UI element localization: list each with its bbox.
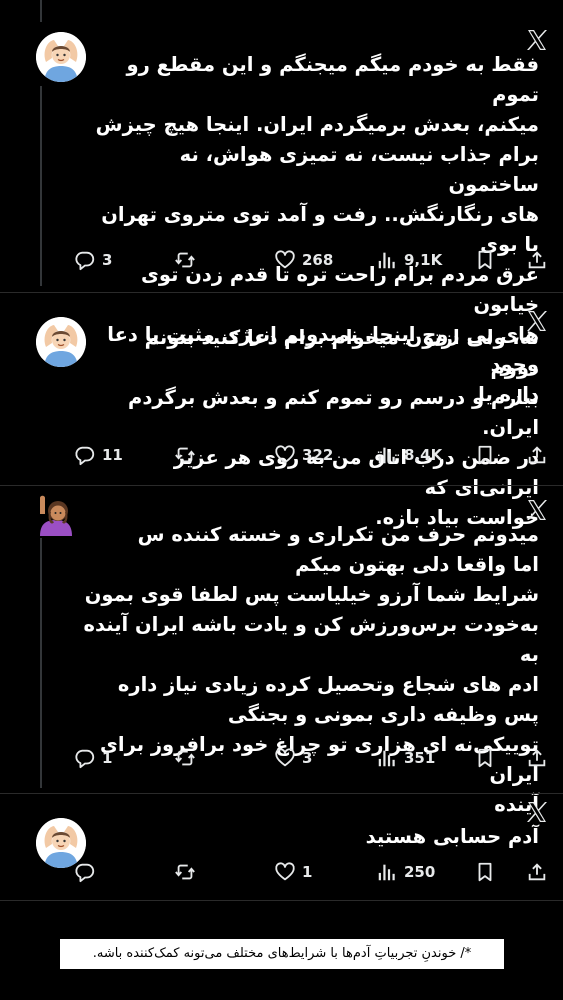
reply-button[interactable]: 11 <box>74 443 123 467</box>
share-icon <box>528 863 546 881</box>
retweet-icon <box>174 864 196 880</box>
retweet-button[interactable] <box>174 746 196 770</box>
reply-icon <box>75 446 95 466</box>
like-button[interactable]: 322 <box>274 443 333 467</box>
bookmark-icon <box>478 862 492 882</box>
tweet-actions: 1 250 <box>74 860 549 884</box>
like-button[interactable]: 3 <box>274 746 312 770</box>
reply-button[interactable]: 3 <box>74 248 112 272</box>
like-button[interactable]: 1 <box>274 860 312 884</box>
reply-count: 3 <box>102 251 113 269</box>
views-icon <box>378 252 395 269</box>
like-button[interactable]: 268 <box>274 248 333 272</box>
bookmark-button[interactable] <box>474 746 496 770</box>
bookmark-button[interactable] <box>474 443 496 467</box>
tweet-3[interactable]: میدونم حرف من تکراری و خسته کننده س اما … <box>0 486 563 816</box>
views-button[interactable]: 250 <box>376 860 435 884</box>
avatar-man-gesturing-ok-icon[interactable] <box>36 32 86 82</box>
share-button[interactable] <box>526 860 548 884</box>
reply-button[interactable] <box>74 860 102 884</box>
views-icon <box>378 864 395 881</box>
reply-icon <box>75 251 95 271</box>
view-count: 250 <box>404 863 436 881</box>
bookmark-button[interactable] <box>474 860 496 884</box>
x-logo-icon <box>527 802 547 822</box>
divider <box>0 900 563 901</box>
tweet-4[interactable]: آدم حسابی هستید 1 250 <box>0 794 563 899</box>
heart-icon <box>275 748 295 767</box>
thread-line <box>40 0 42 22</box>
bookmark-icon <box>478 748 492 768</box>
reply-button[interactable]: 1 <box>74 746 112 770</box>
reply-icon <box>75 863 95 883</box>
tweet-1[interactable]: فقط به خودم میگم میجنگم و این مقطع رو تم… <box>0 0 563 406</box>
share-button[interactable] <box>526 248 548 272</box>
view-count: 9,1K <box>404 251 443 269</box>
views-icon <box>378 447 395 464</box>
views-button[interactable]: 351 <box>376 746 435 770</box>
like-count: 3 <box>302 749 313 767</box>
tweet-2[interactable]: نه، ولی ازتون میخوام برام دعا کنید بتونم… <box>0 293 563 529</box>
view-count: 8,4K <box>404 446 443 464</box>
reply-count: 11 <box>102 446 123 464</box>
share-icon <box>528 446 546 464</box>
views-icon <box>378 750 395 767</box>
like-count: 268 <box>302 251 334 269</box>
retweet-button[interactable] <box>174 443 196 467</box>
tweet-actions: 3 268 9,1K <box>74 248 549 272</box>
x-logo-icon <box>527 500 547 520</box>
view-count: 351 <box>404 749 436 767</box>
retweet-button[interactable] <box>174 860 196 884</box>
tweet-actions: 11 322 8,4K <box>74 443 549 467</box>
retweet-button[interactable] <box>174 248 196 272</box>
tweet-actions: 1 3 351 <box>74 746 549 770</box>
share-icon <box>528 749 546 767</box>
retweet-icon <box>174 750 196 766</box>
tweet-text: میدونم حرف من تکراری و خسته کننده س اما … <box>83 523 540 816</box>
reply-count: 1 <box>102 749 113 767</box>
tweet-text: آدم حسابی هستید <box>365 825 539 848</box>
share-icon <box>528 251 546 269</box>
retweet-icon <box>174 447 196 463</box>
caption-note: */ خوندنِ تجربیاتِ آدم‌ها با شرایط‌های م… <box>60 939 504 969</box>
like-count: 1 <box>302 863 313 881</box>
heart-icon <box>275 445 295 464</box>
like-count: 322 <box>302 446 334 464</box>
views-button[interactable]: 9,1K <box>376 248 442 272</box>
views-button[interactable]: 8,4K <box>376 443 442 467</box>
reply-icon <box>75 749 95 769</box>
bookmark-icon <box>478 250 492 270</box>
x-logo-icon <box>527 30 547 50</box>
share-button[interactable] <box>526 443 548 467</box>
retweet-icon <box>174 252 196 268</box>
bookmark-icon <box>478 445 492 465</box>
thread-line <box>40 86 42 286</box>
heart-icon <box>275 250 295 269</box>
heart-icon <box>275 862 295 881</box>
share-button[interactable] <box>526 746 548 770</box>
thread-line <box>40 538 42 788</box>
bookmark-button[interactable] <box>474 248 496 272</box>
avatar-man-gesturing-ok-icon[interactable] <box>36 317 86 367</box>
